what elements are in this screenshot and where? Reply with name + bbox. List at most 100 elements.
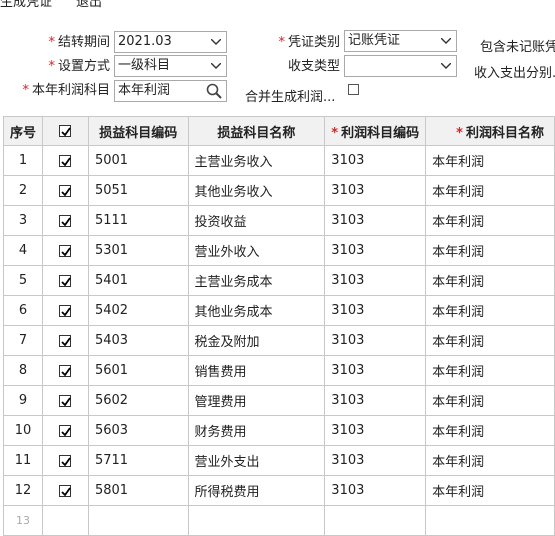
row-select-checkbox[interactable] <box>59 274 72 287</box>
row-profit-name[interactable]: 本年利润 <box>425 205 555 236</box>
row-select-checkbox[interactable] <box>59 334 72 347</box>
row-pl-name[interactable]: 管理费用 <box>187 385 326 416</box>
col-check-header[interactable] <box>42 116 89 146</box>
row-pl-code[interactable]: 5602 <box>87 385 189 416</box>
row-pl-name[interactable]: 销售费用 <box>187 355 326 386</box>
row-profit-code[interactable]: 3103 <box>324 385 427 416</box>
row-pl-name[interactable]: 其他业务收入 <box>187 175 326 206</box>
row-profit-name[interactable]: 本年利润 <box>425 385 555 416</box>
row-profit-code[interactable]: 3103 <box>324 445 427 476</box>
empty-cell[interactable] <box>187 505 326 536</box>
table-row-empty[interactable]: 13 <box>2 505 555 536</box>
row-profit-code[interactable]: 3103 <box>324 475 427 506</box>
row-pl-code[interactable]: 5403 <box>87 325 189 356</box>
row-pl-code[interactable]: 5111 <box>87 205 189 236</box>
row-seq[interactable]: 7 <box>2 325 44 356</box>
row-select-checkbox[interactable] <box>59 454 72 467</box>
row-pl-code[interactable]: 5001 <box>87 145 189 176</box>
table-row[interactable]: 1 5001 主营业务收入 3103 本年利润 <box>2 145 555 176</box>
period-select[interactable]: 2021.03 <box>114 31 227 53</box>
table-row[interactable]: 6 5402 其他业务成本 3103 本年利润 <box>2 295 555 326</box>
income-expense-type-select[interactable] <box>344 55 457 77</box>
table-row[interactable]: 12 5801 所得税费用 3103 本年利润 <box>2 475 555 506</box>
row-pl-name[interactable]: 所得税费用 <box>187 475 326 506</box>
generate-voucher-button[interactable]: 生成凭证 <box>0 0 52 10</box>
row-profit-code[interactable]: 3103 <box>324 175 427 206</box>
row-seq[interactable]: 13 <box>2 505 44 536</box>
row-select-checkbox[interactable] <box>59 394 72 407</box>
row-pl-code[interactable]: 5301 <box>87 235 189 266</box>
row-checkbox[interactable] <box>42 445 89 476</box>
row-seq[interactable]: 3 <box>2 205 44 236</box>
voucher-type-select[interactable]: 记账凭证 <box>344 30 457 52</box>
row-profit-name[interactable]: 本年利润 <box>425 265 555 296</box>
row-profit-name[interactable]: 本年利润 <box>425 145 555 176</box>
table-row[interactable]: 8 5601 销售费用 3103 本年利润 <box>2 355 555 386</box>
row-seq[interactable]: 9 <box>2 385 44 416</box>
row-seq[interactable]: 2 <box>2 175 44 206</box>
setting-method-select[interactable]: 一级科目 <box>114 55 227 77</box>
row-profit-code[interactable]: 3103 <box>324 235 427 266</box>
row-checkbox[interactable] <box>42 355 89 386</box>
row-seq[interactable]: 5 <box>2 265 44 296</box>
row-pl-code[interactable]: 5801 <box>87 475 189 506</box>
row-pl-code[interactable]: 5051 <box>87 175 189 206</box>
row-seq[interactable]: 8 <box>2 355 44 386</box>
row-pl-name[interactable]: 税金及附加 <box>187 325 326 356</box>
row-pl-name[interactable]: 营业外收入 <box>187 235 326 266</box>
select-all-checkbox[interactable] <box>59 125 72 137</box>
row-select-checkbox[interactable] <box>59 304 72 317</box>
row-seq[interactable]: 11 <box>2 445 44 476</box>
row-profit-code[interactable]: 3103 <box>324 265 427 296</box>
row-profit-name[interactable]: 本年利润 <box>425 415 555 446</box>
exit-button[interactable]: 退出 <box>76 0 102 10</box>
table-row[interactable]: 2 5051 其他业务收入 3103 本年利润 <box>2 175 555 206</box>
row-pl-name[interactable]: 营业外支出 <box>187 445 326 476</box>
row-checkbox[interactable] <box>42 325 89 356</box>
row-profit-name[interactable]: 本年利润 <box>425 355 555 386</box>
row-checkbox[interactable] <box>42 385 89 416</box>
row-pl-name[interactable]: 主营业务收入 <box>187 145 326 176</box>
row-pl-code[interactable]: 5603 <box>87 415 189 446</box>
row-checkbox[interactable] <box>42 235 89 266</box>
row-profit-code[interactable]: 3103 <box>324 325 427 356</box>
row-select-checkbox[interactable] <box>59 364 72 377</box>
merge-generate-checkbox[interactable] <box>348 84 359 95</box>
row-select-checkbox[interactable] <box>59 154 72 167</box>
col-profit-code-header[interactable]: * 利润科目编码 <box>324 116 427 146</box>
col-profit-name-header[interactable]: * 利润科目名称 <box>425 116 555 146</box>
row-pl-code[interactable]: 5601 <box>87 355 189 386</box>
table-row[interactable]: 5 5401 主营业务成本 3103 本年利润 <box>2 265 555 296</box>
row-profit-name[interactable]: 本年利润 <box>425 325 555 356</box>
row-pl-code[interactable]: 5711 <box>87 445 189 476</box>
empty-cell[interactable] <box>324 505 427 536</box>
row-checkbox[interactable] <box>42 145 89 176</box>
table-row[interactable]: 9 5602 管理费用 3103 本年利润 <box>2 385 555 416</box>
row-pl-code[interactable]: 5402 <box>87 295 189 326</box>
table-row[interactable]: 10 5603 财务费用 3103 本年利润 <box>2 415 555 446</box>
row-profit-name[interactable]: 本年利润 <box>425 175 555 206</box>
row-checkbox[interactable] <box>42 205 89 236</box>
table-row[interactable]: 3 5111 投资收益 3103 本年利润 <box>2 205 555 236</box>
row-seq[interactable]: 4 <box>2 235 44 266</box>
row-select-checkbox[interactable] <box>59 184 72 197</box>
row-select-checkbox[interactable] <box>59 244 72 257</box>
row-pl-name[interactable]: 主营业务成本 <box>187 265 326 296</box>
table-row[interactable]: 4 5301 营业外收入 3103 本年利润 <box>2 235 555 266</box>
row-profit-code[interactable]: 3103 <box>324 145 427 176</box>
empty-cell[interactable] <box>425 505 555 536</box>
row-profit-code[interactable]: 3103 <box>324 355 427 386</box>
row-select-checkbox[interactable] <box>59 484 72 497</box>
row-seq[interactable]: 10 <box>2 415 44 446</box>
row-profit-code[interactable]: 3103 <box>324 205 427 236</box>
empty-cell[interactable] <box>42 505 89 536</box>
search-icon[interactable] <box>206 83 222 99</box>
row-select-checkbox[interactable] <box>59 214 72 227</box>
col-pl-name-header[interactable]: 损益科目名称 <box>187 116 326 146</box>
row-seq[interactable]: 12 <box>2 475 44 506</box>
row-checkbox[interactable] <box>42 265 89 296</box>
row-profit-code[interactable]: 3103 <box>324 295 427 326</box>
row-seq[interactable]: 1 <box>2 145 44 176</box>
row-checkbox[interactable] <box>42 175 89 206</box>
empty-cell[interactable] <box>87 505 189 536</box>
